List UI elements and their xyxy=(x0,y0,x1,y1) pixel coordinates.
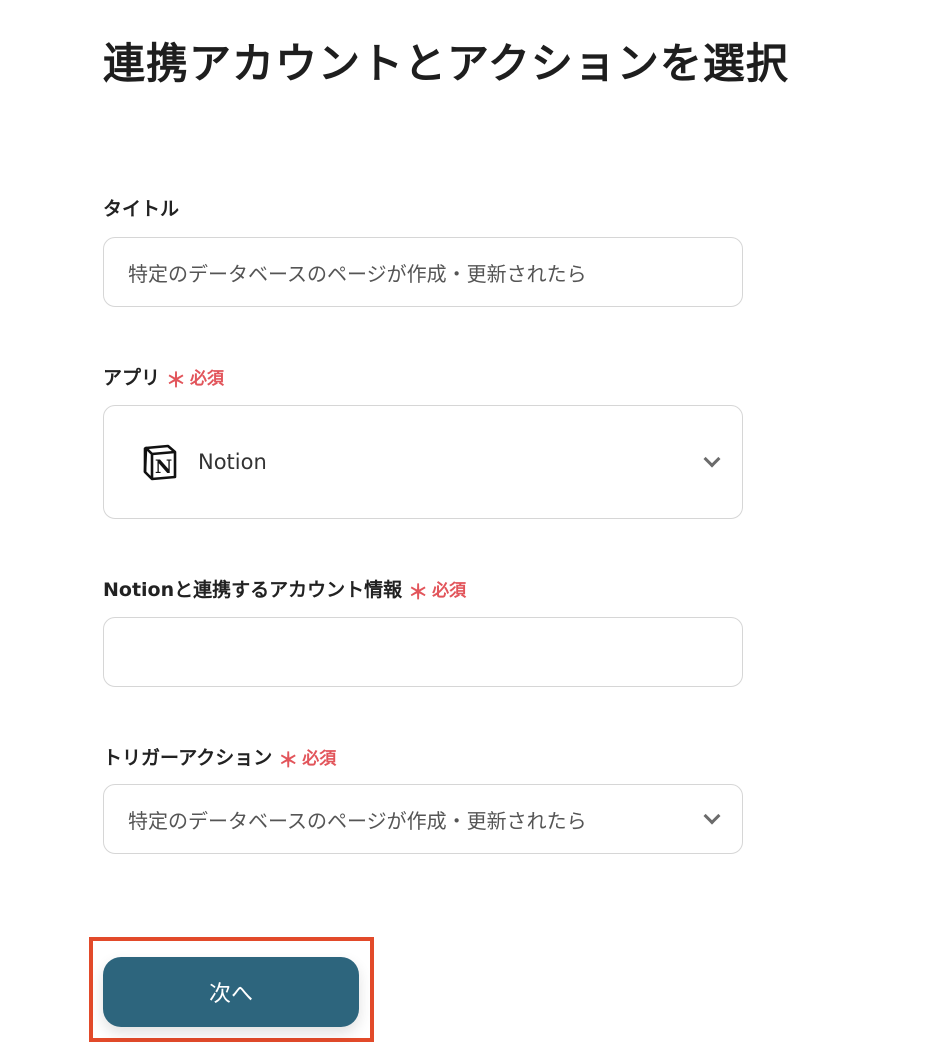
svg-text:N: N xyxy=(155,456,172,478)
account-input[interactable] xyxy=(103,617,743,687)
required-indicator: ＊ 必須 xyxy=(278,742,337,772)
title-label-text: タイトル xyxy=(103,198,180,220)
app-field-label: アプリ ＊ 必須 xyxy=(103,362,225,392)
required-text: 必須 xyxy=(432,581,467,601)
page: 連携アカウントとアクションを選択 タイトル 特定のデータベースのページが作成・更… xyxy=(0,0,926,1064)
account-field-label: Notionと連携するアカウント情報 ＊ 必須 xyxy=(103,574,467,604)
required-asterisk: ＊ xyxy=(278,748,299,772)
chevron-down-icon[interactable] xyxy=(703,450,721,468)
title-input-value: 特定のデータベースのページが作成・更新されたら xyxy=(128,261,587,286)
trigger-select[interactable]: 特定のデータベースのページが作成・更新されたら xyxy=(103,784,743,854)
required-asterisk: ＊ xyxy=(166,368,187,392)
app-label-text: アプリ xyxy=(103,367,161,389)
notion-logo-icon: N xyxy=(140,442,180,482)
title-input[interactable]: 特定のデータベースのページが作成・更新されたら xyxy=(103,237,743,307)
title-field-label: タイトル xyxy=(103,194,179,221)
trigger-field-label: トリガーアクション ＊ 必須 xyxy=(103,742,337,772)
required-text: 必須 xyxy=(302,749,337,769)
account-input-field[interactable] xyxy=(128,640,742,664)
page-title: 連携アカウントとアクションを選択 xyxy=(103,39,789,88)
required-indicator: ＊ 必須 xyxy=(408,574,467,604)
required-indicator: ＊ 必須 xyxy=(166,362,225,392)
required-text: 必須 xyxy=(190,369,225,389)
app-select[interactable]: N Notion xyxy=(103,405,743,519)
trigger-label-text: トリガーアクション xyxy=(103,747,273,769)
trigger-select-value: 特定のデータベースのページが作成・更新されたら xyxy=(128,808,587,833)
account-label-text: Notionと連携するアカウント情報 xyxy=(103,579,403,601)
required-asterisk: ＊ xyxy=(408,580,429,604)
chevron-down-icon[interactable] xyxy=(703,807,721,825)
next-button[interactable]: 次へ xyxy=(103,957,359,1027)
app-select-value: Notion xyxy=(198,450,267,474)
